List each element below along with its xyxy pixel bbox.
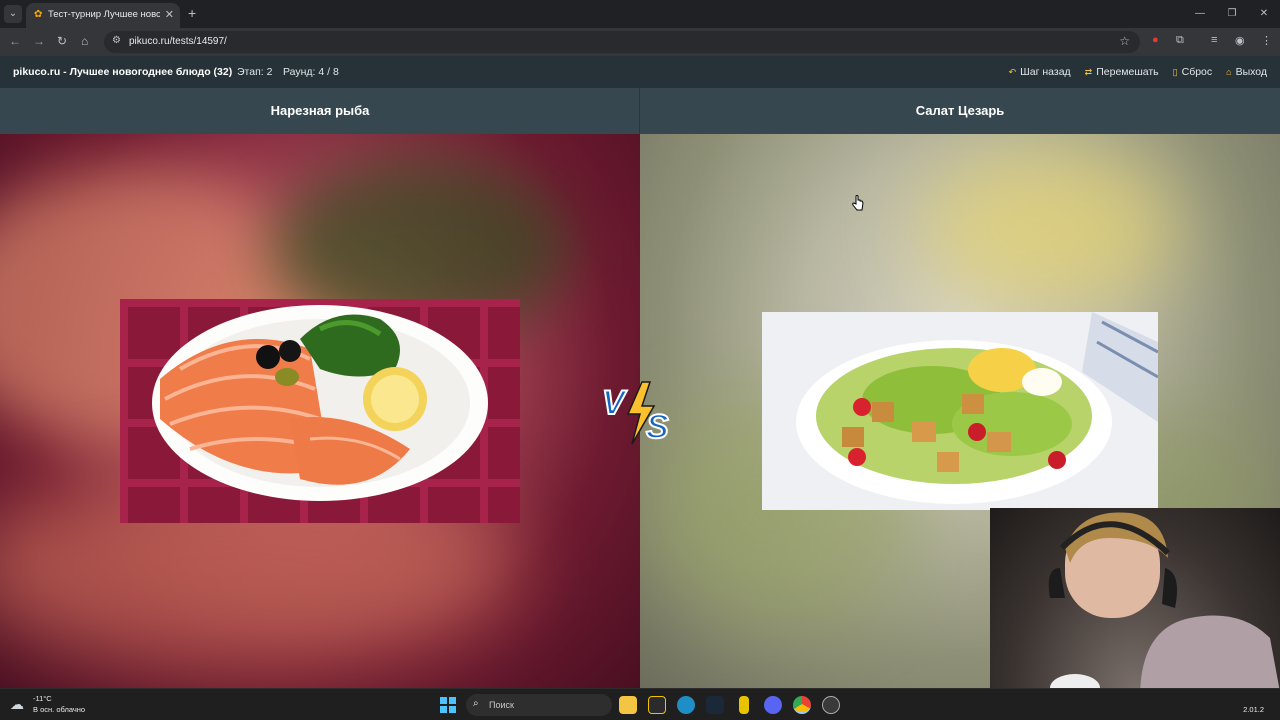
site-header: pikuco.ru - Лучшее новогоднее блюдо (32)… [0, 56, 1280, 88]
hand-cursor-icon [852, 195, 864, 214]
vs-letter-v: V [602, 384, 628, 422]
stage-indicator: Этап: 2 [237, 66, 273, 78]
app-icon[interactable] [822, 696, 840, 714]
app-icon[interactable] [648, 696, 666, 714]
bookmark-star-icon[interactable]: ☆ [1119, 34, 1130, 48]
close-window-icon[interactable]: ✕ [1248, 0, 1280, 28]
taskbar-clock: 2.01.2 [1243, 705, 1264, 714]
streamer-silhouette [1048, 512, 1280, 692]
restore-icon[interactable]: ❐ [1216, 0, 1248, 28]
site-brand-title[interactable]: pikuco.ru - Лучшее новогоднее блюдо (32) [13, 66, 232, 78]
weather-icon[interactable]: ☁ [10, 696, 24, 713]
address-bar[interactable]: ⚙ pikuco.ru/tests/14597/ ☆ [104, 31, 1140, 53]
shuffle-icon: ⇄ [1084, 67, 1093, 77]
app-icon[interactable] [739, 696, 749, 714]
discord-icon[interactable] [764, 696, 782, 714]
undo-icon: ↶ [1008, 67, 1017, 77]
option-left[interactable]: Нарезная рыба [0, 88, 640, 688]
weather-description: В осн. облачно [33, 705, 86, 714]
extensions-puzzle-icon[interactable]: ⧉ [1176, 34, 1184, 47]
os-taskbar: ☁ -11°C В осн. облачно ⌕ Поиск 2.01.2 [0, 688, 1280, 720]
sliced-fish-illustration [120, 299, 520, 523]
shuffle-button[interactable]: ⇄ Перемешать [1085, 66, 1159, 78]
option-left-title: Нарезная рыба [270, 103, 370, 118]
option-right-image[interactable] [762, 312, 1158, 510]
trash-icon: ▯ [1172, 67, 1178, 77]
option-right-title-bar: Салат Цезарь [640, 88, 1280, 134]
caesar-salad-illustration [762, 312, 1158, 510]
minimize-icon[interactable]: — [1184, 0, 1216, 28]
browser-toolbar: ← → ↻ ⌂ ⚙ pikuco.ru/tests/14597/ ☆ ● ⧉ ≡… [0, 28, 1280, 56]
browser-tabstrip: ⌄ ✿ Тест-турнир Лучшее новогоднее блюдо … [0, 0, 1280, 28]
tab-title: Тест-турнир Лучшее новогоднее блюдо [48, 9, 160, 20]
round-indicator: Раунд: 4 / 8 [283, 66, 339, 78]
edge-browser-icon[interactable] [677, 696, 695, 714]
browser-tab[interactable]: ✿ Тест-турнир Лучшее новогоднее блюдо ✕ [26, 3, 180, 28]
back-icon[interactable]: ← [9, 34, 21, 48]
search-icon: ⌕ [473, 698, 479, 709]
url-text: pikuco.ru/tests/14597/ [129, 36, 227, 47]
profile-avatar-icon[interactable]: ◉ [1235, 34, 1245, 47]
blurred-egg [920, 148, 1180, 308]
tab-close-icon[interactable]: ✕ [165, 8, 174, 21]
media-control-icon[interactable]: ≡ [1211, 34, 1217, 46]
extension-icon[interactable]: ● [1152, 34, 1159, 46]
taskbar-search-placeholder: Поиск [489, 700, 514, 710]
step-back-button[interactable]: ↶ Шаг назад [1009, 66, 1071, 78]
site-info-icon[interactable]: ⚙ [112, 35, 121, 46]
exit-button[interactable]: ⌂ Выход [1226, 66, 1267, 78]
steam-icon[interactable] [706, 696, 724, 714]
option-right-title: Салат Цезарь [915, 103, 1005, 118]
forward-icon[interactable]: → [33, 34, 45, 48]
browser-menu-icon[interactable]: ⋮ [1261, 34, 1272, 47]
chrome-icon[interactable] [793, 696, 811, 714]
webcam-overlay [990, 508, 1280, 692]
tab-favicon-icon: ✿ [34, 9, 43, 20]
header-actions: ↶ Шаг назад ⇄ Перемешать ▯ Сброс ⌂ Выход [1009, 66, 1267, 78]
option-left-title-bar: Нарезная рыба [0, 88, 640, 134]
option-left-image[interactable] [120, 299, 520, 523]
reset-button[interactable]: ▯ Сброс [1173, 66, 1212, 78]
new-tab-button[interactable]: + [188, 5, 196, 21]
taskbar-search[interactable]: ⌕ Поиск [466, 694, 612, 716]
weather-temperature: -11°C [33, 694, 52, 703]
tab-search-button[interactable]: ⌄ [4, 5, 22, 23]
home-icon: ⌂ [1226, 67, 1232, 77]
window-controls: — ❐ ✕ [1184, 0, 1280, 28]
file-explorer-icon[interactable] [619, 696, 637, 714]
vs-logo-icon: V S [601, 381, 670, 447]
home-icon[interactable]: ⌂ [81, 34, 88, 48]
start-button[interactable] [440, 697, 456, 713]
versus-emblem: V S [598, 378, 682, 448]
reload-icon[interactable]: ↻ [57, 34, 67, 48]
